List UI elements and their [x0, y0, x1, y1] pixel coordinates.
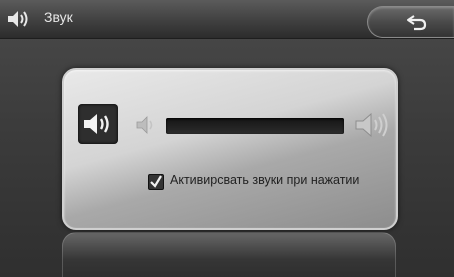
speaker-icon — [6, 9, 32, 29]
mute-toggle-button[interactable] — [78, 104, 118, 144]
touch-sounds-label[interactable]: Активирсвать звуки при нажатии — [170, 173, 359, 187]
title-bar: Звук — [0, 0, 454, 39]
volume-low-icon[interactable] — [136, 116, 158, 134]
speaker-icon — [84, 114, 109, 134]
back-button[interactable] — [367, 6, 454, 38]
sound-panel: Активирсвать звуки при нажатии — [62, 68, 398, 230]
panel-reflection — [62, 232, 396, 277]
back-arrow-icon — [406, 12, 428, 32]
volume-high-icon[interactable] — [354, 112, 390, 138]
page-title: Звук — [44, 9, 73, 25]
touch-sounds-checkbox[interactable] — [148, 174, 164, 190]
checkmark-icon — [150, 175, 162, 188]
volume-slider[interactable] — [166, 118, 344, 134]
sound-settings-screen: Звук Активирсвать звуки при нажатии — [0, 0, 454, 277]
